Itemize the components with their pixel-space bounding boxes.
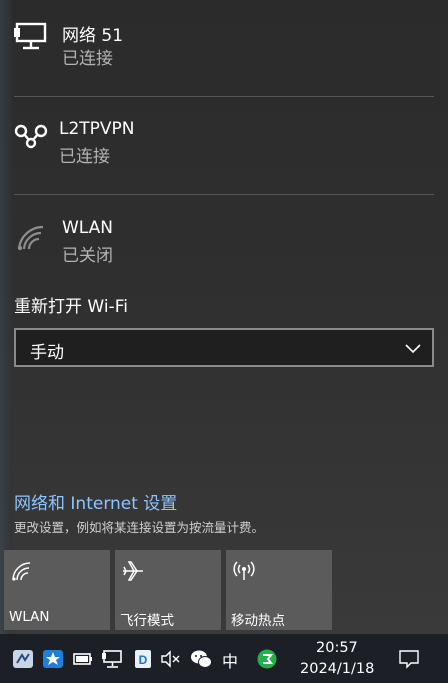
quick-action-wlan[interactable]: WLAN xyxy=(4,550,110,630)
quick-action-airplane[interactable]: 飞行模式 xyxy=(115,550,221,630)
network-name: 网络 51 xyxy=(62,26,124,46)
network-status: 已关闭 xyxy=(62,246,113,266)
network-settings-description: 更改设置，例如将某连接设置为按流量计费。 xyxy=(14,520,265,535)
volume-muted-icon[interactable] xyxy=(160,649,182,669)
star-app-icon[interactable] xyxy=(42,649,64,669)
hotspot-icon xyxy=(233,561,255,580)
quick-action-hotspot[interactable]: 移动热点 xyxy=(226,550,332,630)
airplane-icon xyxy=(123,561,143,581)
wifi-off-icon xyxy=(17,225,44,251)
wifi-icon xyxy=(12,562,31,581)
quick-action-label: 飞行模式 xyxy=(120,613,174,629)
network-status: 已连接 xyxy=(59,147,110,167)
clock-date[interactable]: 2024/1/18 xyxy=(300,661,374,677)
network-status: 已连接 xyxy=(62,49,113,69)
network-name: L2TPVPN xyxy=(59,119,135,139)
reopen-wifi-label: 重新打开 Wi-Fi xyxy=(14,297,128,317)
chevron-down-icon xyxy=(405,344,421,354)
reopen-wifi-dropdown[interactable]: 手动 xyxy=(14,328,434,367)
quick-action-label: WLAN xyxy=(9,609,50,625)
quick-action-label: 移动热点 xyxy=(231,613,285,629)
clock-time[interactable]: 20:57 xyxy=(316,640,358,656)
vpn-icon xyxy=(14,124,48,149)
network-item-vpn[interactable]: L2TPVPN 已连接 xyxy=(0,97,448,194)
green-app-icon[interactable] xyxy=(256,649,278,669)
network-tray-icon[interactable] xyxy=(102,649,124,669)
network-flyout: 网络 51 已连接 L2TPVPN 已连接 WLAN 已关闭 重新打开 Wi-F… xyxy=(0,0,448,634)
ethernet-icon xyxy=(14,22,47,50)
battery-icon[interactable] xyxy=(72,649,94,669)
reopen-wifi-selected: 手动 xyxy=(30,343,64,363)
taskbar: D 中 20:57 2024/1/18 xyxy=(0,634,448,683)
network-item-wlan[interactable]: WLAN 已关闭 xyxy=(0,195,448,275)
svg-text:D: D xyxy=(139,653,148,667)
ime-indicator[interactable]: 中 xyxy=(222,648,238,672)
network-name: WLAN xyxy=(62,218,114,238)
wechat-icon[interactable] xyxy=(190,649,212,669)
app-tray-icon[interactable] xyxy=(12,649,34,669)
network-settings-link[interactable]: 网络和 Internet 设置 xyxy=(14,489,177,514)
network-item-ethernet[interactable]: 网络 51 已连接 xyxy=(0,0,448,96)
notification-icon[interactable] xyxy=(398,649,420,669)
document-app-icon[interactable]: D xyxy=(132,649,154,669)
